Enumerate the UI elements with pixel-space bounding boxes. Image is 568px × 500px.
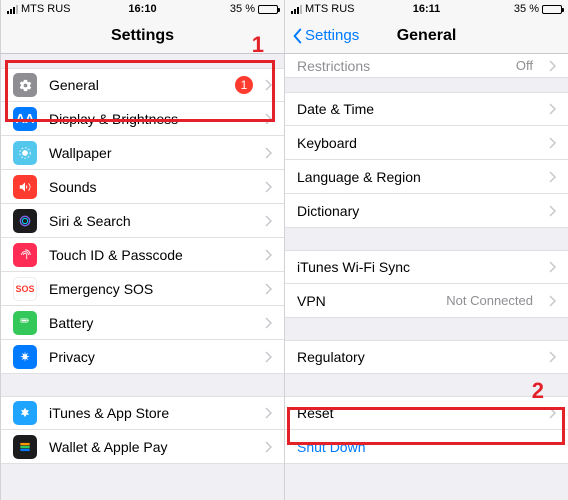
sos-icon: SOS	[13, 277, 37, 301]
chevron-right-icon	[265, 351, 272, 363]
row-label: Regulatory	[297, 349, 537, 365]
wallet-icon	[13, 435, 37, 459]
page-title: Settings	[111, 27, 174, 45]
battery-percent: 35 %	[514, 3, 539, 15]
general-screen: MTS RUS 16:11 35 % Settings General Rest…	[284, 0, 568, 500]
row-label: Dictionary	[297, 203, 537, 219]
row-label: Privacy	[49, 349, 253, 365]
row-value: Off	[516, 58, 533, 73]
row-label: Display & Brightness	[49, 111, 253, 127]
row-value: Not Connected	[446, 293, 533, 308]
fingerprint-icon	[13, 243, 37, 267]
appstore-icon	[13, 401, 37, 425]
wallpaper-icon	[13, 141, 37, 165]
row-display[interactable]: AA Display & Brightness	[1, 102, 284, 136]
row-vpn[interactable]: VPN Not Connected	[285, 284, 568, 318]
chevron-right-icon	[549, 407, 556, 419]
row-wallpaper[interactable]: Wallpaper	[1, 136, 284, 170]
nav-bar: Settings General	[285, 18, 568, 54]
chevron-right-icon	[265, 147, 272, 159]
status-bar: MTS RUS 16:11 35 %	[285, 0, 568, 18]
row-wallet[interactable]: Wallet & Apple Pay	[1, 430, 284, 464]
row-regulatory[interactable]: Regulatory	[285, 340, 568, 374]
row-label: Wallpaper	[49, 145, 253, 161]
row-sounds[interactable]: Sounds	[1, 170, 284, 204]
nav-bar: Settings	[1, 18, 284, 54]
row-label: Wallet & Apple Pay	[49, 439, 253, 455]
back-label: Settings	[305, 27, 359, 44]
gear-icon	[13, 73, 37, 97]
chevron-right-icon	[549, 60, 556, 72]
row-label: Language & Region	[297, 169, 537, 185]
row-shutdown[interactable]: Shut Down	[285, 430, 568, 464]
row-label: VPN	[297, 293, 434, 309]
siri-icon	[13, 209, 37, 233]
row-label: iTunes & App Store	[49, 405, 253, 421]
back-button[interactable]: Settings	[291, 27, 359, 44]
row-label: Touch ID & Passcode	[49, 247, 253, 263]
battery-row-icon	[13, 311, 37, 335]
carrier-label: MTS RUS	[305, 3, 355, 15]
signal-icon	[7, 5, 18, 14]
chevron-right-icon	[549, 205, 556, 217]
chevron-right-icon	[549, 295, 556, 307]
chevron-right-icon	[549, 261, 556, 273]
row-itunes-sync[interactable]: iTunes Wi-Fi Sync	[285, 250, 568, 284]
row-label: Shut Down	[297, 439, 556, 455]
row-touchid[interactable]: Touch ID & Passcode	[1, 238, 284, 272]
row-appstore[interactable]: iTunes & App Store	[1, 396, 284, 430]
status-bar: MTS RUS 16:10 35 %	[1, 0, 284, 18]
row-label: Date & Time	[297, 101, 537, 117]
battery-icon	[542, 5, 562, 14]
row-dictionary[interactable]: Dictionary	[285, 194, 568, 228]
chevron-right-icon	[265, 249, 272, 261]
notification-badge: 1	[235, 76, 253, 94]
hand-icon	[13, 345, 37, 369]
row-label: General	[49, 77, 223, 93]
chevron-right-icon	[549, 137, 556, 149]
settings-list: General 1 AA Display & Brightness Wallpa…	[1, 68, 284, 374]
row-label: Sounds	[49, 179, 253, 195]
battery-percent: 35 %	[230, 3, 255, 15]
row-language[interactable]: Language & Region	[285, 160, 568, 194]
row-label: Keyboard	[297, 135, 537, 151]
settings-screen: MTS RUS 16:10 35 % Settings General 1 AA…	[0, 0, 284, 500]
chevron-right-icon	[265, 215, 272, 227]
row-restrictions[interactable]: Restrictions Off	[285, 54, 568, 78]
page-title: General	[397, 27, 457, 45]
chevron-right-icon	[265, 441, 272, 453]
row-label: Battery	[49, 315, 253, 331]
chevron-right-icon	[265, 407, 272, 419]
row-label: Emergency SOS	[49, 281, 253, 297]
row-siri[interactable]: Siri & Search	[1, 204, 284, 238]
chevron-right-icon	[549, 103, 556, 115]
row-label: Siri & Search	[49, 213, 253, 229]
chevron-right-icon	[549, 351, 556, 363]
row-general[interactable]: General 1	[1, 68, 284, 102]
row-date-time[interactable]: Date & Time	[285, 92, 568, 126]
sounds-icon	[13, 175, 37, 199]
chevron-right-icon	[265, 181, 272, 193]
row-label: Reset	[297, 405, 537, 421]
signal-icon	[291, 5, 302, 14]
row-sos[interactable]: SOS Emergency SOS	[1, 272, 284, 306]
row-label: Restrictions	[297, 58, 504, 74]
row-label: iTunes Wi-Fi Sync	[297, 259, 537, 275]
row-privacy[interactable]: Privacy	[1, 340, 284, 374]
display-icon: AA	[13, 107, 37, 131]
chevron-right-icon	[549, 171, 556, 183]
chevron-right-icon	[265, 317, 272, 329]
carrier-label: MTS RUS	[21, 3, 71, 15]
chevron-right-icon	[265, 283, 272, 295]
chevron-right-icon	[265, 113, 272, 125]
row-keyboard[interactable]: Keyboard	[285, 126, 568, 160]
chevron-right-icon	[265, 79, 272, 91]
row-reset[interactable]: Reset	[285, 396, 568, 430]
battery-icon	[258, 5, 278, 14]
row-battery[interactable]: Battery	[1, 306, 284, 340]
